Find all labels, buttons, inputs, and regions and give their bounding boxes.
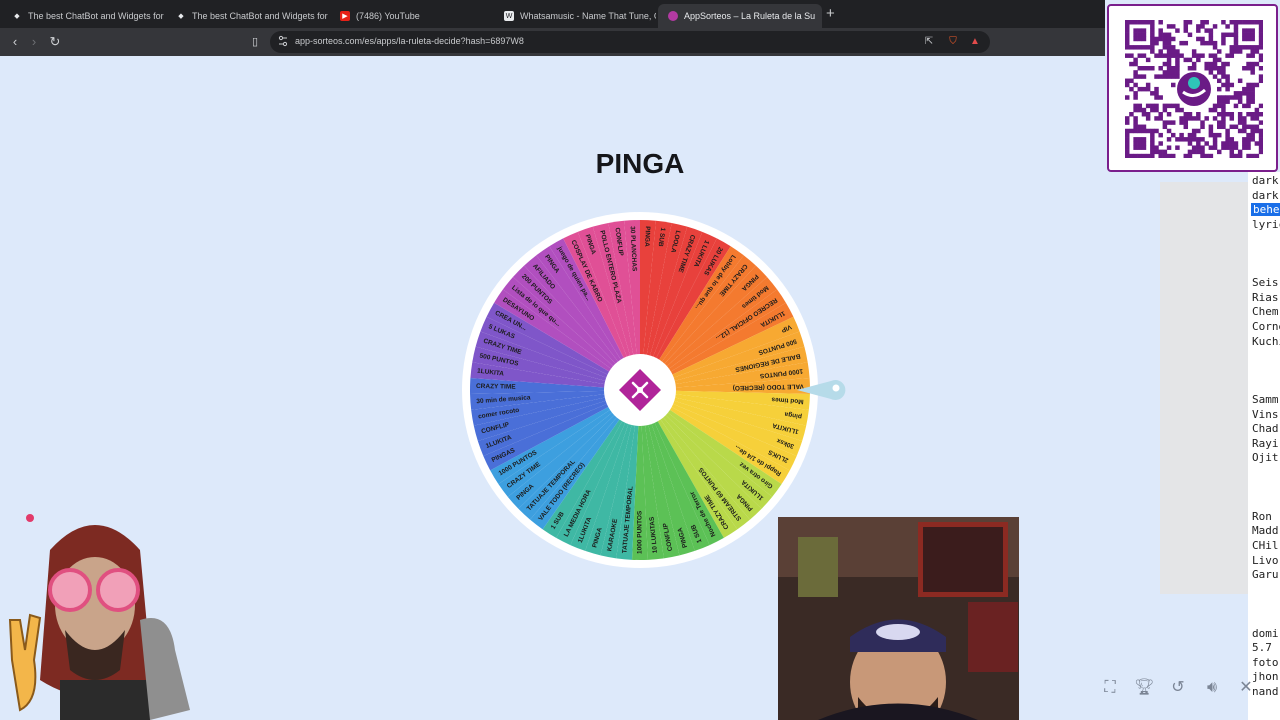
appsorteos-icon xyxy=(668,11,678,21)
side-panel-background xyxy=(1160,182,1248,594)
list-line: lyric xyxy=(1252,217,1280,231)
reload-icon[interactable]: ↻ xyxy=(46,33,64,51)
wheel-segment-label: 1000 PUNTOS xyxy=(637,510,644,554)
tab-title: AppSorteos – La Ruleta de la Su xyxy=(684,11,816,21)
list-line: Madd xyxy=(1252,524,1279,538)
list-line: foto xyxy=(1252,655,1279,669)
streamer-avatar-illustration xyxy=(8,514,190,720)
tab-title: (7486) YouTube xyxy=(356,11,420,21)
list-line: Seis xyxy=(1252,276,1279,290)
site-settings-icon[interactable] xyxy=(278,35,288,47)
list-line: Corne xyxy=(1252,320,1280,333)
tab-title: Whatsamusic - Name That Tune, Gu xyxy=(520,11,656,21)
yape-qr-code xyxy=(1107,4,1278,172)
undo-icon[interactable]: ↺ xyxy=(1168,678,1188,698)
wheel-segment-label: PINGA xyxy=(643,226,651,247)
list-line: Chem xyxy=(1252,305,1279,319)
list-line: Garu xyxy=(1252,568,1279,582)
browser-toolbar: ‹ › ↻ ▯ app-sorteos.com/es/apps/la-rulet… xyxy=(0,28,1105,56)
webcam-feed xyxy=(778,517,1019,720)
brave-shield-icon[interactable]: ⛉ xyxy=(946,35,960,49)
forward-icon[interactable]: › xyxy=(25,33,43,51)
list-line: Ojit xyxy=(1252,451,1279,465)
list-line: Kuchi xyxy=(1252,334,1280,348)
list-line: Chad xyxy=(1252,422,1279,436)
wheel-title: PINGA xyxy=(595,148,685,179)
address-bar[interactable]: app-sorteos.com/es/apps/la-ruleta-decide… xyxy=(270,31,990,53)
list-line: dark xyxy=(1252,188,1279,202)
wheel-segment-label: CRAZY TIME xyxy=(476,383,516,391)
bookmark-icon[interactable]: ▯ xyxy=(246,33,264,51)
yape-logo-icon xyxy=(1177,72,1211,106)
tab-4[interactable]: AppSorteos – La Ruleta de la Su ✕ xyxy=(658,4,822,28)
tab-title: The best ChatBot and Widgets for Ki xyxy=(192,11,328,21)
wheel-pointer xyxy=(797,380,846,400)
list-line: Vins xyxy=(1252,407,1279,421)
close-icon[interactable]: ✕ xyxy=(1236,678,1256,698)
list-line: Ron xyxy=(1252,509,1272,523)
brave-rewards-icon[interactable]: ▲ xyxy=(968,35,982,49)
list-line: 5.7 xyxy=(1252,641,1272,655)
kick-icon: ◆ xyxy=(178,13,184,20)
list-line: Rayi xyxy=(1252,436,1279,450)
share-icon[interactable]: ⇱ xyxy=(922,35,936,49)
close-tab-icon[interactable]: ✕ xyxy=(821,11,822,22)
trophy-icon[interactable]: 🏆︎ xyxy=(1134,678,1154,698)
list-line: Rias xyxy=(1252,290,1279,304)
url-text: app-sorteos.com/es/apps/la-ruleta-decide… xyxy=(295,36,524,46)
back-icon[interactable]: ‹ xyxy=(6,33,24,51)
kick-icon: ◆ xyxy=(14,13,20,20)
youtube-icon: ▶ xyxy=(340,11,350,21)
tab-1[interactable]: ◆ The best ChatBot and Widgets for Ki xyxy=(166,4,328,28)
list-line: Samm xyxy=(1252,393,1279,406)
text-list-panel: darkdarkbehelyricSeisRiasChemCorneKuchiS… xyxy=(1248,172,1280,720)
whatsamusic-icon: W xyxy=(504,11,514,21)
browser-tab-bar: ◆ The best ChatBot and Widgets for Ki ◆ … xyxy=(0,0,1105,28)
prize-wheel[interactable]: PINGA 1 SUB LOOLACRAZY TIME1 LUKITA20 LUKA… xyxy=(455,200,825,580)
list-line: Livo xyxy=(1252,553,1279,567)
list-line: domi xyxy=(1252,626,1279,640)
qr-code-image xyxy=(1125,20,1263,158)
volume-icon[interactable]: 🔊︎ xyxy=(1202,678,1222,698)
list-line: behe xyxy=(1251,203,1280,217)
list-line: CHil xyxy=(1252,539,1279,552)
list-line: dark xyxy=(1252,174,1279,187)
tab-3[interactable]: W Whatsamusic - Name That Tune, Gu xyxy=(494,4,656,28)
tab-0[interactable]: ◆ The best ChatBot and Widgets for Ki xyxy=(2,4,164,28)
tab-title: The best ChatBot and Widgets for Ki xyxy=(28,11,164,21)
tab-2[interactable]: ▶ (7486) YouTube xyxy=(330,4,492,28)
wheel-controls: ⛶ 🏆︎ ↺ 🔊︎ ✕ xyxy=(1100,678,1256,700)
fullscreen-icon[interactable]: ⛶ xyxy=(1100,678,1120,698)
new-tab-icon[interactable]: + xyxy=(826,5,835,22)
